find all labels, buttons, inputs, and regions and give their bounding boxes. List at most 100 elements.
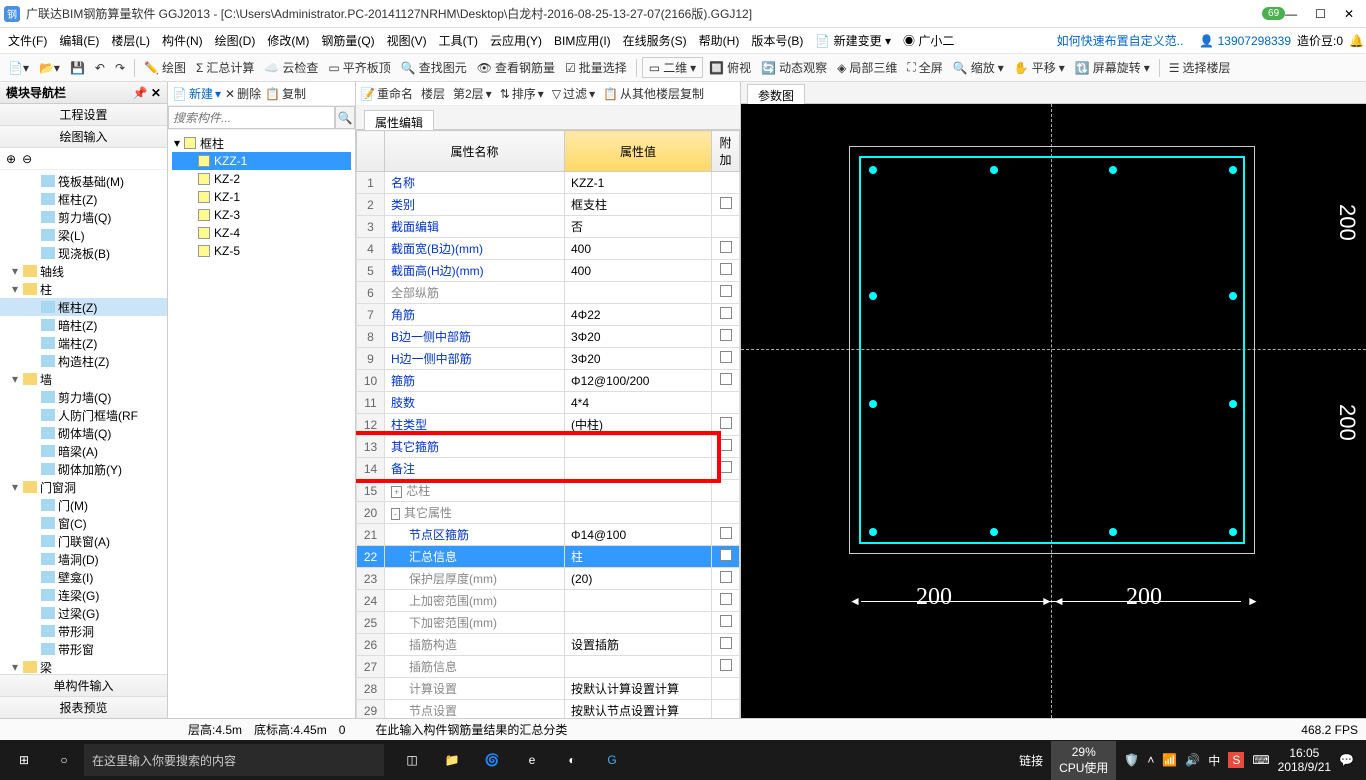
checkbox[interactable] <box>720 197 732 209</box>
notification-badge[interactable]: 69 <box>1262 7 1285 20</box>
tree-node[interactable]: 框柱(Z) <box>0 298 167 316</box>
sort-button[interactable]: ⇅排序▾ <box>500 85 544 102</box>
menu-item[interactable]: BIM应用(I) <box>548 31 617 51</box>
property-row[interactable]: 15+芯柱 <box>357 480 740 502</box>
tree-node[interactable]: 剪力墙(Q) <box>0 208 167 226</box>
checkbox[interactable] <box>720 351 732 363</box>
tray-ime-icon[interactable]: 中 <box>1208 752 1220 769</box>
collapse-icon[interactable]: ⊖ <box>22 152 32 166</box>
menu-item[interactable]: 文件(F) <box>2 31 53 51</box>
help-link[interactable]: 如何快速布置自定义范.. <box>1057 32 1184 49</box>
menu-item[interactable]: 云应用(Y) <box>484 31 548 51</box>
list-item[interactable]: KZZ-1 <box>172 152 351 170</box>
tray-icon[interactable]: 🛡️ <box>1124 753 1139 767</box>
tree-node[interactable]: 剪力墙(Q) <box>0 388 167 406</box>
menu-newchange[interactable]: 📄 新建变更 ▾ <box>809 29 897 52</box>
menu-item[interactable]: 钢筋量(Q) <box>315 31 380 51</box>
tree-node[interactable]: 连梁(G) <box>0 586 167 604</box>
bell-icon[interactable]: 🔔 <box>1349 34 1364 48</box>
phone-label[interactable]: 👤 13907298339 <box>1199 34 1291 48</box>
notification-icon[interactable]: 💬 <box>1339 753 1354 767</box>
app-icon-4[interactable]: ◐ <box>552 740 592 780</box>
maximize-icon[interactable]: ☐ <box>1315 7 1326 21</box>
checkbox[interactable] <box>720 329 732 341</box>
copyfrom-button[interactable]: 📋从其他楼层复制 <box>603 85 704 102</box>
cloud-button[interactable]: ☁️云检查 <box>260 57 322 78</box>
property-row[interactable]: 25下加密范围(mm) <box>357 612 740 634</box>
pin-icon[interactable]: 📌 ✕ <box>133 86 161 100</box>
property-row[interactable]: 29节点设置按默认节点设置计算 <box>357 700 740 719</box>
menu-item[interactable]: 版本号(B) <box>745 31 809 51</box>
sum-button[interactable]: Σ 汇总计算 <box>192 57 258 78</box>
property-row[interactable]: 27插筋信息 <box>357 656 740 678</box>
tray-kb-icon[interactable]: ⌨ <box>1252 753 1269 767</box>
drawing-canvas[interactable]: ◄ ►◄ ► 200 200 200 200 <box>741 104 1366 718</box>
property-row[interactable]: 24上加密范围(mm) <box>357 590 740 612</box>
menu-user[interactable]: ◉ 广小二 <box>897 29 960 52</box>
redo-icon[interactable]: ↷ <box>111 59 129 77</box>
list-item[interactable]: KZ-5 <box>172 242 351 260</box>
tree-node[interactable]: 过梁(G) <box>0 604 167 622</box>
delete-button[interactable]: ✕删除 <box>225 85 261 102</box>
property-row[interactable]: 1名称KZZ-1 <box>357 172 740 194</box>
open-icon[interactable]: 📂▾ <box>35 59 64 77</box>
menu-item[interactable]: 绘图(D) <box>209 31 262 51</box>
tree-node[interactable]: ▾柱 <box>0 280 167 298</box>
tree-node[interactable]: 壁龛(I) <box>0 568 167 586</box>
save-icon[interactable]: 💾 <box>66 59 89 77</box>
property-row[interactable]: 13其它箍筋 <box>357 436 740 458</box>
menu-item[interactable]: 视图(V) <box>381 31 433 51</box>
app-icon-5[interactable]: G <box>592 740 632 780</box>
checkbox[interactable] <box>720 417 732 429</box>
property-row[interactable]: 12柱类型(中柱) <box>357 414 740 436</box>
property-row[interactable]: 8B边一侧中部筋3Φ20 <box>357 326 740 348</box>
flat-button[interactable]: ▭ 平齐板顶 <box>324 57 394 78</box>
batch-button[interactable]: ☑ 批量选择 <box>561 57 631 78</box>
property-row[interactable]: 10箍筋Φ12@100/200 <box>357 370 740 392</box>
start-icon[interactable]: ⊞ <box>4 740 44 780</box>
viewrebar-button[interactable]: 👁 查看钢筋量 <box>473 57 559 78</box>
property-row[interactable]: 6全部纵筋 <box>357 282 740 304</box>
tree-node[interactable]: 暗梁(A) <box>0 442 167 460</box>
copy-button[interactable]: 📋复制 <box>265 85 306 102</box>
property-row[interactable]: 23保护层厚度(mm)(20) <box>357 568 740 590</box>
tree-node[interactable]: 带形洞 <box>0 622 167 640</box>
dim-select[interactable]: ▭ 二维 ▾ <box>642 57 703 78</box>
menu-item[interactable]: 工具(T) <box>433 31 484 51</box>
property-row[interactable]: 4截面宽(B边)(mm)400 <box>357 238 740 260</box>
close-icon[interactable]: ✕ <box>1344 7 1354 21</box>
taskbar-search[interactable]: 在这里输入你要搜索的内容 <box>84 744 384 776</box>
list-item[interactable]: KZ-4 <box>172 224 351 242</box>
expand-icon[interactable]: ⊕ <box>6 152 16 166</box>
property-row[interactable]: 9H边一侧中部筋3Φ20 <box>357 348 740 370</box>
tree-node[interactable]: 门(M) <box>0 496 167 514</box>
property-row[interactable]: 14备注 <box>357 458 740 480</box>
property-row[interactable]: 7角筋4Φ22 <box>357 304 740 326</box>
tree-node[interactable]: 梁(L) <box>0 226 167 244</box>
fullscreen-button[interactable]: ⛶ 全屏 <box>903 57 946 78</box>
app-icon-2[interactable]: 🌀 <box>472 740 512 780</box>
find-button[interactable]: 🔍查找图元 <box>397 57 471 78</box>
property-row[interactable]: 21节点区箍筋Φ14@100 <box>357 524 740 546</box>
list-item[interactable]: KZ-2 <box>172 170 351 188</box>
view-tab[interactable]: 参数图 <box>747 84 805 106</box>
checkbox[interactable] <box>720 571 732 583</box>
menu-item[interactable]: 编辑(E) <box>53 31 105 51</box>
pickfloor-button[interactable]: ☰ 选择楼层 <box>1165 57 1235 78</box>
search-input[interactable] <box>168 106 335 129</box>
rename-button[interactable]: 📝重命名 <box>360 85 413 102</box>
clock[interactable]: 16:052018/9/21 <box>1278 746 1331 775</box>
new-button[interactable]: 📄新建▾ <box>172 85 221 102</box>
menu-item[interactable]: 帮助(H) <box>693 31 746 51</box>
checkbox[interactable] <box>720 615 732 627</box>
nav-tree[interactable]: 筏板基础(M)框柱(Z)剪力墙(Q)梁(L)现浇板(B)▾轴线▾柱框柱(Z)暗柱… <box>0 170 167 674</box>
app-icon-3[interactable]: e <box>512 740 552 780</box>
nav-report[interactable]: 报表预览 <box>0 696 167 718</box>
checkbox[interactable] <box>720 527 732 539</box>
tree-node[interactable]: 暗柱(Z) <box>0 316 167 334</box>
property-grid[interactable]: 属性名称属性值附加 1名称KZZ-12类别框支柱3截面编辑否4截面宽(B边)(m… <box>356 130 740 718</box>
checkbox[interactable] <box>720 241 732 253</box>
new-icon[interactable]: 📄▾ <box>4 59 33 77</box>
tray-vol-icon[interactable]: 🔊 <box>1185 753 1200 767</box>
checkbox[interactable] <box>720 373 732 385</box>
